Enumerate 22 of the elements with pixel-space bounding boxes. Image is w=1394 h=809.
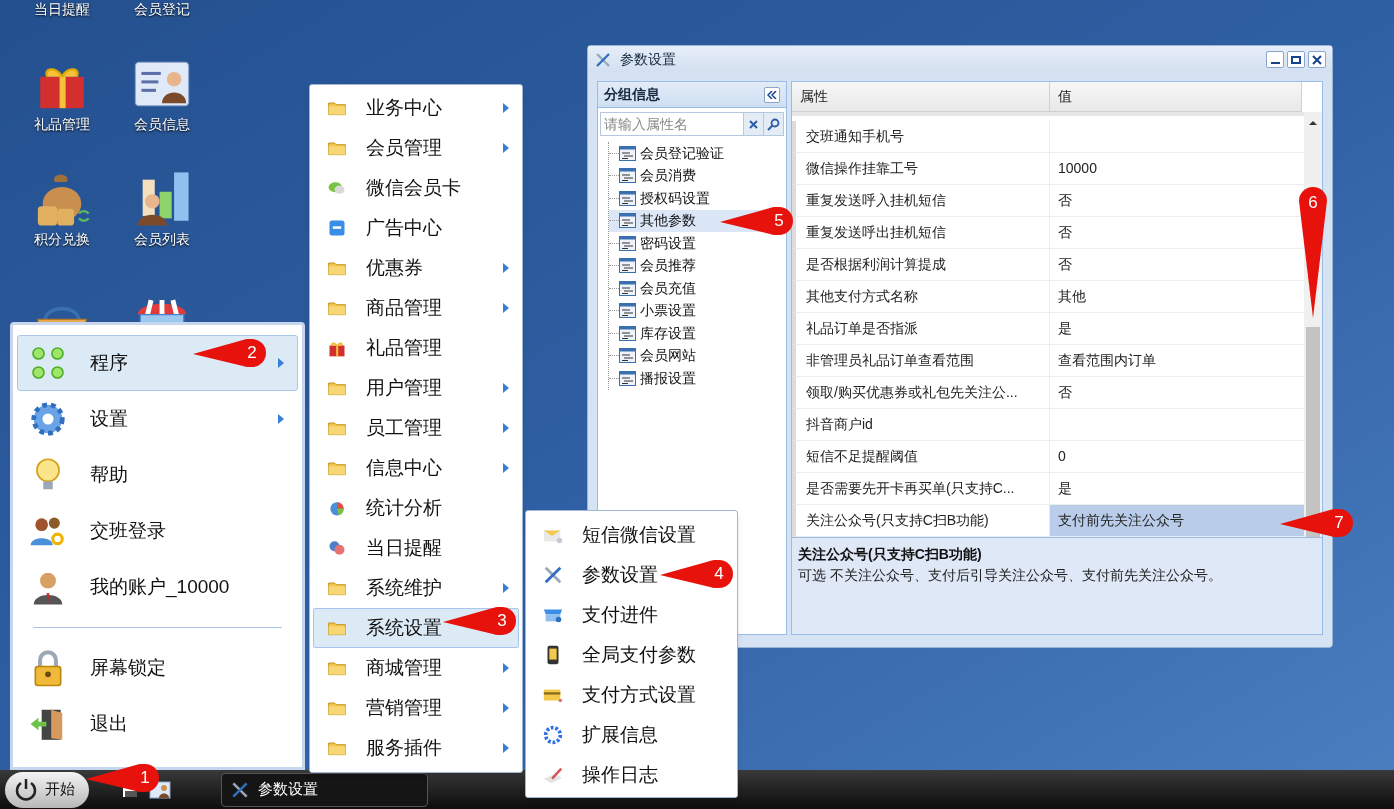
step-marker-tooltip: 7 [1280, 508, 1354, 538]
step-marker-tooltip: 1 [86, 763, 160, 793]
description-text: 可选 不关注公众号、支付后引导关注公众号、支付前先关注公众号。 [798, 566, 1223, 585]
property-name: 其他支付方式名称 [796, 281, 1050, 312]
property-name: 是否根据利润计算提成 [796, 249, 1050, 280]
property-name: 重复发送呼出挂机短信 [796, 217, 1050, 248]
step-marker-tooltip: 5 [720, 206, 794, 236]
property-name: 领取/购买优惠券或礼包先关注公... [796, 377, 1050, 408]
property-name: 微信操作挂靠工号 [796, 153, 1050, 184]
property-name: 抖音商户id [796, 409, 1050, 440]
step-marker-tooltip: 2 [193, 338, 267, 368]
property-name: 短信不足提醒阈值 [796, 441, 1050, 472]
property-name: 重复发送呼入挂机短信 [796, 185, 1050, 216]
step-marker-tooltip: 3 [443, 606, 517, 636]
property-name: 是否需要先开卡再买单(只支持C... [796, 473, 1050, 504]
description-title: 关注公众号(只支持C扫B功能) [798, 545, 983, 564]
panel-title: 分组信息 [604, 85, 660, 104]
property-name: 非管理员礼品订单查看范围 [796, 345, 1050, 376]
property-name: 礼品订单是否指派 [796, 313, 1050, 344]
property-name: 交班通知手机号 [796, 121, 1050, 152]
window-title: 参数设置 [620, 50, 676, 69]
step-marker-tooltip: 4 [660, 559, 734, 589]
